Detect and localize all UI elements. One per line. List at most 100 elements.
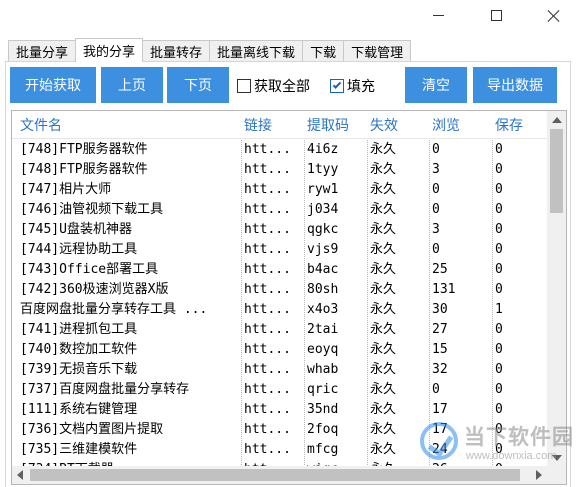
cell-link: htt...	[244, 162, 291, 177]
cell-link: htt...	[244, 402, 291, 417]
fill-label: 填充	[347, 79, 375, 95]
cell-expire: 永久	[370, 302, 397, 317]
cell-code: vjs9	[307, 242, 339, 257]
cell-link: htt...	[244, 362, 291, 377]
cell-expire: 永久	[370, 222, 397, 237]
vertical-scroll-thumb[interactable]	[550, 129, 563, 213]
tab-download-manager[interactable]: 下载管理	[343, 40, 412, 62]
cell-code: mfcg	[307, 442, 339, 457]
cell-link: htt...	[244, 182, 291, 197]
get-all-checkbox-box[interactable]	[237, 79, 251, 93]
cell-saves: 0	[495, 162, 503, 177]
cell-expire: 永久	[370, 322, 397, 337]
cell-expire: 永久	[370, 142, 397, 157]
cell-saves: 0	[495, 362, 503, 377]
cell-link: htt...	[244, 222, 291, 237]
table-row[interactable]: [740]数控加工软件 htt... eoyq 永久 15 0	[12, 340, 547, 360]
cell-expire: 永久	[370, 202, 397, 217]
column-header-views[interactable]: 浏览	[432, 115, 460, 135]
cell-views: 15	[432, 342, 448, 357]
cell-filename: [747]相片大师	[20, 182, 112, 197]
table-row[interactable]: [748]FTP服务器软件 htt... 4i6z 永久 0 0	[12, 140, 547, 160]
cell-expire: 永久	[370, 262, 397, 277]
tab-download[interactable]: 下载	[302, 40, 345, 62]
cell-filename: [742]360极速浏览器X版	[20, 282, 169, 297]
cell-link: htt...	[244, 202, 291, 217]
export-data-button[interactable]: 导出数据	[473, 67, 557, 103]
cell-views: 17	[432, 402, 448, 417]
cell-saves: 0	[495, 382, 503, 397]
scroll-up-icon[interactable]	[552, 117, 562, 123]
scroll-right-icon[interactable]	[536, 470, 542, 480]
fill-checkbox-box[interactable]	[330, 79, 344, 93]
table-row[interactable]: [739]无损音乐下载 htt... whab 永久 32 0	[12, 360, 547, 380]
column-header-filename[interactable]: 文件名	[20, 115, 62, 135]
table-row[interactable]: [737]百度网盘批量分享转存 htt... qric 永久 0 0	[12, 380, 547, 400]
title-bar	[0, 0, 576, 32]
tab-batch-share[interactable]: 批量分享	[8, 40, 77, 62]
cell-link: htt...	[244, 442, 291, 457]
watermark-url: www.downxia.com	[466, 450, 557, 462]
cell-filename: [111]系统右键管理	[20, 402, 138, 417]
maximize-button[interactable]	[473, 0, 519, 30]
tab-my-shares[interactable]: 我的分享	[75, 38, 144, 62]
get-all-checkbox[interactable]: 获取全部	[237, 76, 310, 96]
table-row[interactable]: 百度网盘批量分享转存工具 ... htt... x4o3 永久 30 1	[12, 300, 547, 320]
tab-batch-transfer[interactable]: 批量转存	[142, 40, 211, 62]
table-row[interactable]: [747]相片大师 htt... ryw1 永久 0 0	[12, 180, 547, 200]
horizontal-scrollbar[interactable]	[12, 466, 547, 484]
cell-code: 35nd	[307, 402, 339, 417]
vertical-scrollbar[interactable]	[547, 111, 566, 467]
get-all-label: 获取全部	[254, 79, 310, 95]
cell-link: htt...	[244, 282, 291, 297]
cell-code: j034	[307, 202, 339, 217]
table-row[interactable]: [746]油管视频下载工具 htt... j034 永久 0 0	[12, 200, 547, 220]
cell-saves: 0	[495, 282, 503, 297]
cell-views: 0	[432, 242, 440, 257]
column-header-link[interactable]: 链接	[244, 115, 272, 135]
cell-code: 80sh	[307, 282, 339, 297]
cell-views: 30	[432, 302, 448, 317]
column-header-expire[interactable]: 失效	[370, 115, 398, 135]
table-row[interactable]: [743]Office部署工具 htt... b4ac 永久 25 0	[12, 260, 547, 280]
cell-saves: 0	[495, 182, 503, 197]
cell-code: eoyq	[307, 342, 339, 357]
table-row[interactable]: [745]U盘装机神器 htt... qgkc 永久 3 0	[12, 220, 547, 240]
cell-filename: [739]无损音乐下载	[20, 362, 138, 377]
cell-code: qric	[307, 382, 339, 397]
table-row[interactable]: [741]进程抓包工具 htt... 2tai 永久 27 0	[12, 320, 547, 340]
check-icon	[332, 80, 342, 89]
cell-filename: [743]Office部署工具	[20, 262, 159, 277]
tab-bar: 批量分享 我的分享 批量转存 批量离线下载 下载 下载管理	[8, 38, 412, 62]
clear-button[interactable]: 清空	[405, 67, 467, 103]
cell-filename: [741]进程抓包工具	[20, 322, 138, 337]
cell-saves: 0	[495, 202, 503, 217]
cell-link: htt...	[244, 142, 291, 157]
fill-checkbox[interactable]: 填充	[330, 76, 375, 96]
scrollbar-corner	[547, 466, 566, 484]
watermark: 当下软件园 www.downxia.com	[420, 420, 573, 468]
cell-code: b4ac	[307, 262, 339, 277]
horizontal-scroll-thumb[interactable]	[30, 469, 520, 481]
cell-expire: 永久	[370, 402, 397, 417]
cell-expire: 永久	[370, 282, 397, 297]
column-header-saves[interactable]: 保存	[495, 115, 523, 135]
cell-expire: 永久	[370, 162, 397, 177]
next-page-button[interactable]: 下页	[167, 67, 229, 103]
minimize-button[interactable]	[415, 0, 461, 30]
table-row[interactable]: [742]360极速浏览器X版 htt... 80sh 永久 131 0	[12, 280, 547, 300]
cell-views: 0	[432, 182, 440, 197]
table-row[interactable]: [111]系统右键管理 htt... 35nd 永久 17 0	[12, 400, 547, 420]
cell-saves: 0	[495, 222, 503, 237]
start-fetch-button[interactable]: 开始获取	[10, 67, 96, 103]
column-header-code[interactable]: 提取码	[307, 115, 349, 135]
tab-batch-offline-download[interactable]: 批量离线下载	[209, 40, 304, 62]
close-button[interactable]	[530, 0, 576, 30]
prev-page-button[interactable]: 上页	[101, 67, 163, 103]
table-row[interactable]: [748]FTP服务器软件 htt... 1tyy 永久 3 0	[12, 160, 547, 180]
close-icon	[547, 9, 560, 22]
watermark-logo-icon	[420, 422, 458, 460]
scroll-left-icon[interactable]	[17, 470, 23, 480]
table-row[interactable]: [744]远程协助工具 htt... vjs9 永久 0 0	[12, 240, 547, 260]
cell-code: x4o3	[307, 302, 339, 317]
